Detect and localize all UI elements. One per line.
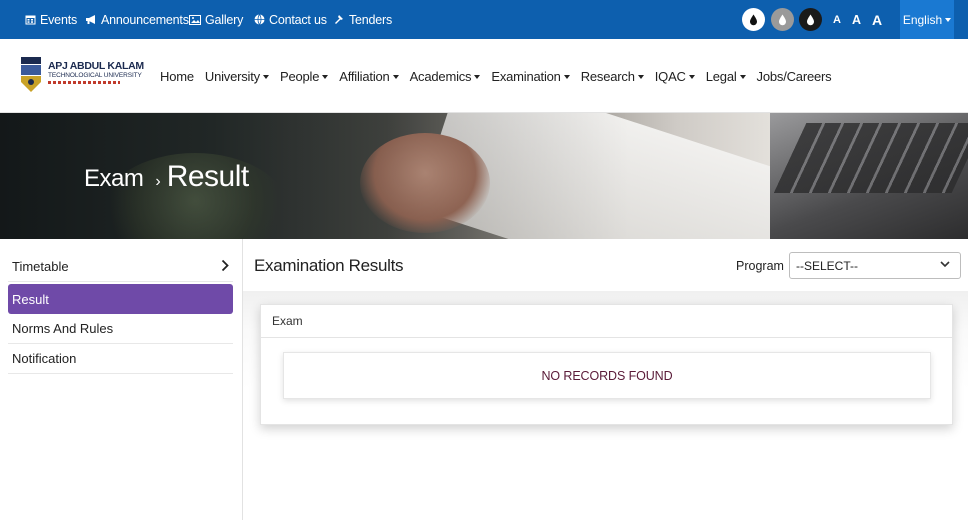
announcements-link[interactable]: Announcements bbox=[85, 0, 189, 39]
contact-link[interactable]: Contact us bbox=[254, 0, 327, 39]
sidebar-item-label: Notification bbox=[12, 351, 77, 366]
nav-jobs-careers[interactable]: Jobs/Careers bbox=[757, 69, 832, 84]
font-size-large[interactable]: A bbox=[872, 0, 882, 39]
results-card-header-label: Exam bbox=[272, 314, 303, 328]
nav-home[interactable]: Home bbox=[160, 69, 194, 84]
events-link[interactable]: Events bbox=[25, 0, 77, 39]
results-card-header: Exam bbox=[261, 305, 952, 338]
announcements-label: Announcements bbox=[101, 12, 189, 27]
chevron-down-icon bbox=[940, 261, 950, 268]
sidebar: Timetable Result Norms And Rules Notific… bbox=[0, 239, 243, 520]
program-select-value: --SELECT-- bbox=[796, 258, 859, 273]
university-logo[interactable]: APJ ABDUL KALAM TECHNOLOGICAL UNIVERSITY bbox=[20, 54, 144, 98]
globe-icon bbox=[254, 14, 265, 25]
tenders-label: Tenders bbox=[349, 12, 393, 27]
caret-down-icon bbox=[474, 75, 481, 80]
page-title: Examination Results bbox=[254, 256, 404, 275]
results-card: Exam NO RECORDS FOUND bbox=[260, 304, 953, 425]
contact-label: Contact us bbox=[269, 12, 327, 27]
gallery-link[interactable]: Gallery bbox=[189, 0, 243, 39]
nav-affiliation[interactable]: Affiliation bbox=[339, 69, 399, 84]
breadcrumb-separator: › bbox=[155, 173, 161, 190]
caret-down-icon bbox=[739, 75, 746, 80]
sidebar-item-label: Norms And Rules bbox=[12, 321, 114, 336]
nav-iqac[interactable]: IQAC bbox=[655, 69, 695, 84]
image-icon bbox=[189, 14, 201, 25]
sidebar-item-label: Result bbox=[12, 291, 49, 307]
main-nav: Home University People Affiliation Acade… bbox=[160, 39, 842, 113]
caret-down-icon bbox=[322, 75, 329, 80]
breadcrumb-current: Result bbox=[166, 160, 250, 193]
university-seal-icon bbox=[21, 57, 41, 92]
nav-academics[interactable]: Academics bbox=[410, 69, 481, 84]
nav-examination[interactable]: Examination bbox=[491, 69, 570, 84]
caret-down-icon bbox=[637, 75, 644, 80]
site-header: APJ ABDUL KALAM TECHNOLOGICAL UNIVERSITY… bbox=[0, 39, 968, 113]
contrast-light-drop-icon[interactable] bbox=[771, 8, 794, 31]
tenders-link[interactable]: Tenders bbox=[334, 0, 392, 39]
main-content: Examination Results Program --SELECT-- E… bbox=[243, 239, 968, 520]
gallery-label: Gallery bbox=[205, 12, 244, 27]
empty-results-message: NO RECORDS FOUND bbox=[283, 352, 931, 399]
hammer-icon bbox=[335, 15, 343, 24]
language-dropdown[interactable]: English bbox=[900, 0, 954, 39]
empty-results-text: NO RECORDS FOUND bbox=[541, 368, 673, 383]
caret-down-icon bbox=[262, 75, 269, 80]
font-size-small[interactable]: A bbox=[833, 0, 841, 39]
logo-script-mark bbox=[48, 81, 120, 84]
sidebar-item-norms-and-rules[interactable]: Norms And Rules bbox=[8, 314, 233, 344]
sidebar-item-timetable[interactable]: Timetable bbox=[8, 252, 233, 282]
logo-line-2: TECHNOLOGICAL UNIVERSITY bbox=[48, 72, 142, 79]
program-label: Program bbox=[736, 259, 784, 273]
nav-people[interactable]: People bbox=[280, 69, 329, 84]
caret-down-icon bbox=[945, 17, 952, 22]
caret-down-icon bbox=[563, 75, 570, 80]
nav-legal[interactable]: Legal bbox=[706, 69, 746, 84]
contrast-dark-drop-icon[interactable] bbox=[742, 8, 765, 31]
calendar-icon bbox=[25, 15, 36, 25]
sidebar-item-label: Timetable bbox=[12, 259, 69, 274]
nav-university[interactable]: University bbox=[205, 69, 269, 84]
caret-down-icon bbox=[688, 75, 695, 80]
logo-line-1: APJ ABDUL KALAM bbox=[48, 60, 144, 72]
nav-research[interactable]: Research bbox=[581, 69, 644, 84]
breadcrumb: Exam › Result bbox=[84, 160, 249, 194]
breadcrumb-exam[interactable]: Exam bbox=[84, 165, 144, 193]
megaphone-icon bbox=[86, 15, 95, 24]
program-select[interactable]: --SELECT-- bbox=[789, 252, 961, 279]
contrast-black-drop-icon[interactable] bbox=[799, 8, 822, 31]
font-size-medium[interactable]: A bbox=[852, 0, 861, 39]
chevron-right-icon bbox=[221, 259, 229, 272]
caret-down-icon bbox=[392, 75, 399, 80]
sidebar-item-notification[interactable]: Notification bbox=[8, 344, 233, 374]
top-utility-bar: Events Announcements Gallery Contact us … bbox=[0, 0, 968, 39]
sidebar-item-result[interactable]: Result bbox=[8, 284, 233, 314]
language-label: English bbox=[902, 12, 943, 27]
events-label: Events bbox=[40, 12, 78, 27]
